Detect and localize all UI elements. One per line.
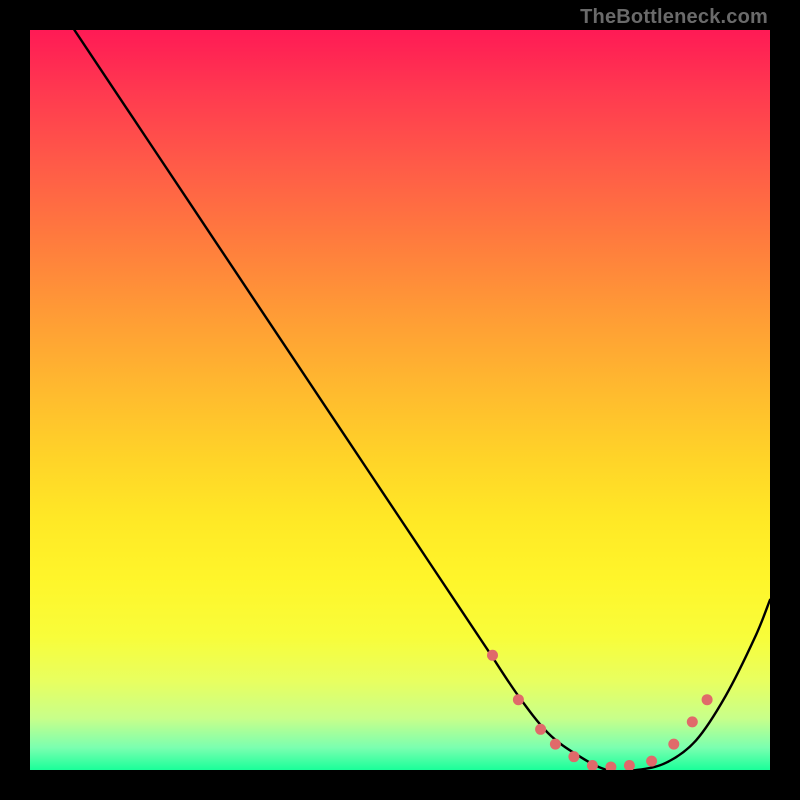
highlight-dot — [687, 716, 698, 727]
highlight-dot — [487, 650, 498, 661]
plot-area — [30, 30, 770, 770]
bottleneck-curve — [74, 30, 770, 770]
watermark-text: TheBottleneck.com — [580, 6, 768, 29]
highlight-dot — [550, 739, 561, 750]
highlight-dot — [535, 724, 546, 735]
highlight-dot — [624, 760, 635, 770]
highlight-dot — [605, 762, 616, 770]
highlight-dot — [702, 694, 713, 705]
highlight-dot — [513, 694, 524, 705]
curve-layer — [30, 30, 770, 770]
highlight-dot — [646, 756, 657, 767]
chart-container: TheBottleneck.com — [0, 0, 800, 800]
highlight-dot — [668, 739, 679, 750]
highlight-dot — [568, 751, 579, 762]
highlight-dots — [487, 650, 713, 770]
